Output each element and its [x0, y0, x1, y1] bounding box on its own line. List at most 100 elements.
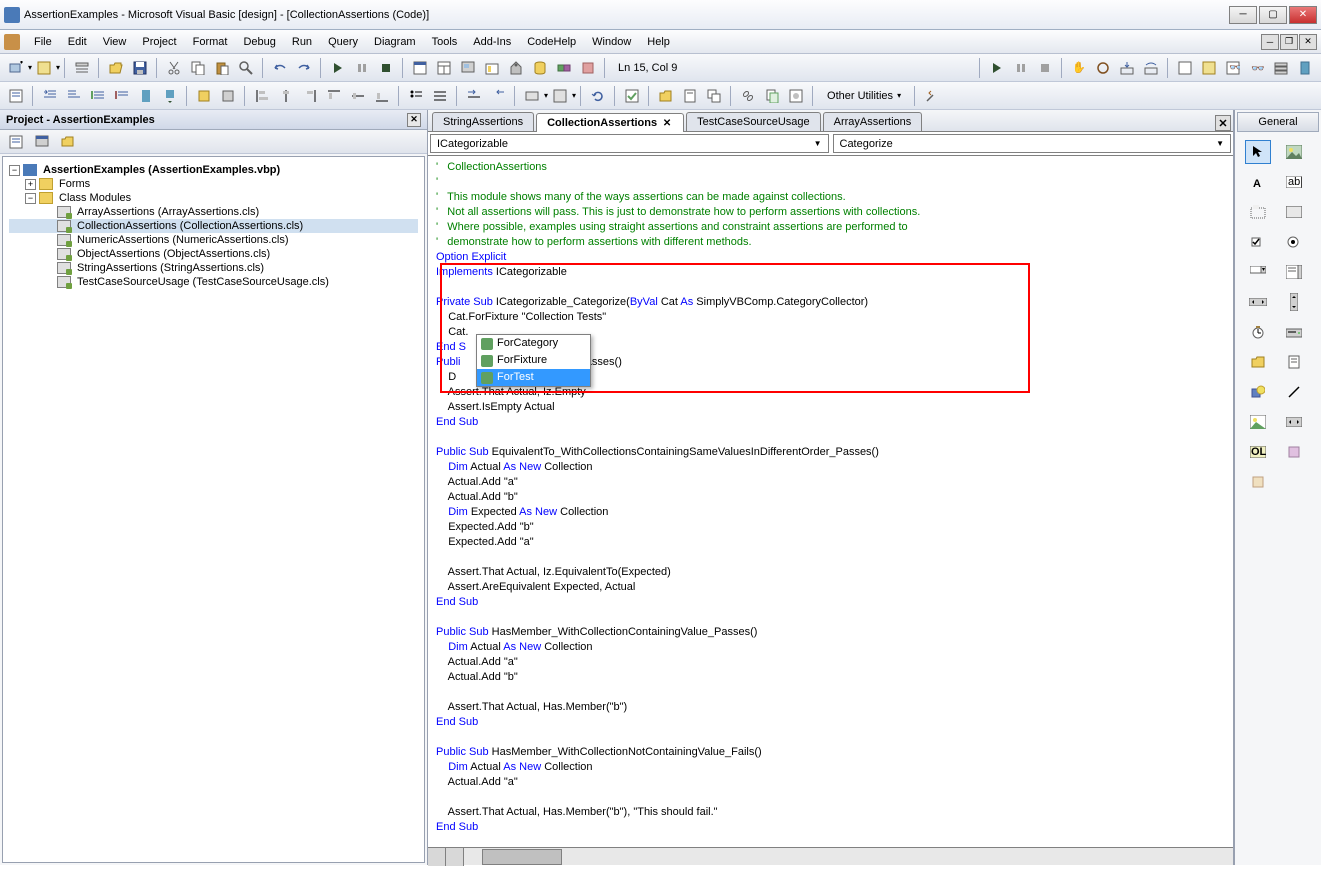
- tb-generic-1[interactable]: [193, 85, 215, 107]
- view-object-button[interactable]: [31, 131, 53, 153]
- resource-editor-button[interactable]: [577, 57, 599, 79]
- module-button[interactable]: [679, 85, 701, 107]
- align-middle-button[interactable]: [347, 85, 369, 107]
- custom-tool[interactable]: [1281, 440, 1307, 464]
- check-button[interactable]: [621, 85, 643, 107]
- copy-module-button[interactable]: [761, 85, 783, 107]
- number-list-button[interactable]: [429, 85, 451, 107]
- project-tree[interactable]: − AssertionExamples (AssertionExamples.v…: [2, 156, 425, 863]
- toggle-folders-button[interactable]: [57, 131, 79, 153]
- cut-button[interactable]: [163, 57, 185, 79]
- procedure-dropdown[interactable]: Categorize ▼: [833, 134, 1232, 153]
- optionbutton-tool[interactable]: [1281, 230, 1307, 254]
- mdi-restore-button[interactable]: ❐: [1280, 34, 1298, 50]
- start-button[interactable]: [327, 57, 349, 79]
- outdent-button[interactable]: [63, 85, 85, 107]
- align-center-h-button[interactable]: [275, 85, 297, 107]
- properties-button[interactable]: [433, 57, 455, 79]
- mdi-minimize-button[interactable]: ─: [1261, 34, 1279, 50]
- intellisense-popup[interactable]: ForCategoryForFixtureForTest: [476, 334, 591, 387]
- break-button[interactable]: [351, 57, 373, 79]
- form-layout-button[interactable]: [457, 57, 479, 79]
- menu-tools[interactable]: Tools: [424, 34, 466, 50]
- quick-watch-button[interactable]: 👓: [1246, 57, 1268, 79]
- object-dropdown[interactable]: ICategorizable ▼: [430, 134, 829, 153]
- project-panel-close-button[interactable]: ✕: [407, 113, 421, 127]
- code-editor[interactable]: ' CollectionAssertions'' This module sho…: [428, 156, 1233, 847]
- dirlistbox-tool[interactable]: [1245, 350, 1271, 374]
- line-tool[interactable]: [1281, 380, 1307, 404]
- split-view-button-1[interactable]: [428, 848, 446, 866]
- drivelistbox-tool[interactable]: [1281, 320, 1307, 344]
- minimize-button[interactable]: ─: [1229, 6, 1257, 24]
- paste-button[interactable]: [211, 57, 233, 79]
- listbox-tool[interactable]: [1281, 260, 1307, 284]
- menu-window[interactable]: Window: [584, 34, 639, 50]
- menu-query[interactable]: Query: [320, 34, 366, 50]
- copy-button[interactable]: [187, 57, 209, 79]
- mdi-close-button[interactable]: ✕: [1299, 34, 1317, 50]
- align-bottom-button[interactable]: [371, 85, 393, 107]
- split-view-button-2[interactable]: [446, 848, 464, 866]
- locals-window-button[interactable]: [1174, 57, 1196, 79]
- next-bookmark-button[interactable]: [159, 85, 181, 107]
- tree-class-item[interactable]: StringAssertions (StringAssertions.cls): [9, 261, 418, 275]
- collapse-icon[interactable]: −: [25, 193, 36, 204]
- save-button[interactable]: [129, 57, 151, 79]
- toolbox-button[interactable]: [505, 57, 527, 79]
- commandbutton-tool[interactable]: [1281, 200, 1307, 224]
- align-left-button[interactable]: [251, 85, 273, 107]
- indent-button[interactable]: [39, 85, 61, 107]
- breakpoint-button[interactable]: [1092, 57, 1114, 79]
- lock-controls-button[interactable]: [521, 85, 543, 107]
- find-button[interactable]: [235, 57, 257, 79]
- expand-icon[interactable]: +: [25, 179, 36, 190]
- custom-tool-2[interactable]: [1245, 470, 1271, 494]
- textbox-tool[interactable]: ab|: [1281, 170, 1307, 194]
- menu-format[interactable]: Format: [185, 34, 236, 50]
- list-properties-button[interactable]: [5, 85, 27, 107]
- hscrollbar-tool[interactable]: [1245, 290, 1271, 314]
- refresh-button[interactable]: [587, 85, 609, 107]
- toggle-bookmark2-button[interactable]: [135, 85, 157, 107]
- object-browser-button[interactable]: [481, 57, 503, 79]
- combobox-tool[interactable]: [1245, 260, 1271, 284]
- shape-tool[interactable]: [1245, 380, 1271, 404]
- options-button[interactable]: [785, 85, 807, 107]
- menu-run[interactable]: Run: [284, 34, 320, 50]
- picturebox-tool[interactable]: [1281, 140, 1307, 164]
- horizontal-scrollbar[interactable]: [464, 848, 1233, 865]
- label-tool[interactable]: A: [1245, 170, 1271, 194]
- tabs-close-button[interactable]: ✕: [1215, 115, 1231, 131]
- step-into-button[interactable]: [1116, 57, 1138, 79]
- tab-order2-button[interactable]: [487, 85, 509, 107]
- vscrollbar-tool[interactable]: [1281, 290, 1307, 314]
- tb-generic-2[interactable]: [217, 85, 239, 107]
- document-tab[interactable]: StringAssertions: [432, 112, 534, 131]
- immediate-window-button[interactable]: [1198, 57, 1220, 79]
- call-stack-button[interactable]: [1270, 57, 1292, 79]
- collapse-icon[interactable]: −: [9, 165, 20, 176]
- tab-close-icon[interactable]: ✕: [661, 117, 673, 129]
- watch-window-button[interactable]: 👓: [1222, 57, 1244, 79]
- menu-debug[interactable]: Debug: [235, 34, 283, 50]
- step-over-button[interactable]: [1140, 57, 1162, 79]
- menu-add-ins[interactable]: Add-Ins: [465, 34, 519, 50]
- comment-button[interactable]: [87, 85, 109, 107]
- other-utilities-dropdown[interactable]: Other Utilities▾: [818, 87, 910, 105]
- pointer-tool[interactable]: [1245, 140, 1271, 164]
- data-view-button[interactable]: [529, 57, 551, 79]
- folder-button[interactable]: [655, 85, 677, 107]
- align-right-button[interactable]: [299, 85, 321, 107]
- menu-project[interactable]: Project: [134, 34, 184, 50]
- frame-tool[interactable]: [1245, 200, 1271, 224]
- intellisense-item[interactable]: ForCategory: [477, 335, 590, 352]
- view-code-button[interactable]: [5, 131, 27, 153]
- timer-tool[interactable]: [1245, 320, 1271, 344]
- menu-view[interactable]: View: [95, 34, 135, 50]
- add-form-button[interactable]: [5, 57, 27, 79]
- document-tab[interactable]: TestCaseSourceUsage: [686, 112, 821, 131]
- add-project-button[interactable]: [33, 57, 55, 79]
- component-manager-button[interactable]: [553, 57, 575, 79]
- uncomment-button[interactable]: [111, 85, 133, 107]
